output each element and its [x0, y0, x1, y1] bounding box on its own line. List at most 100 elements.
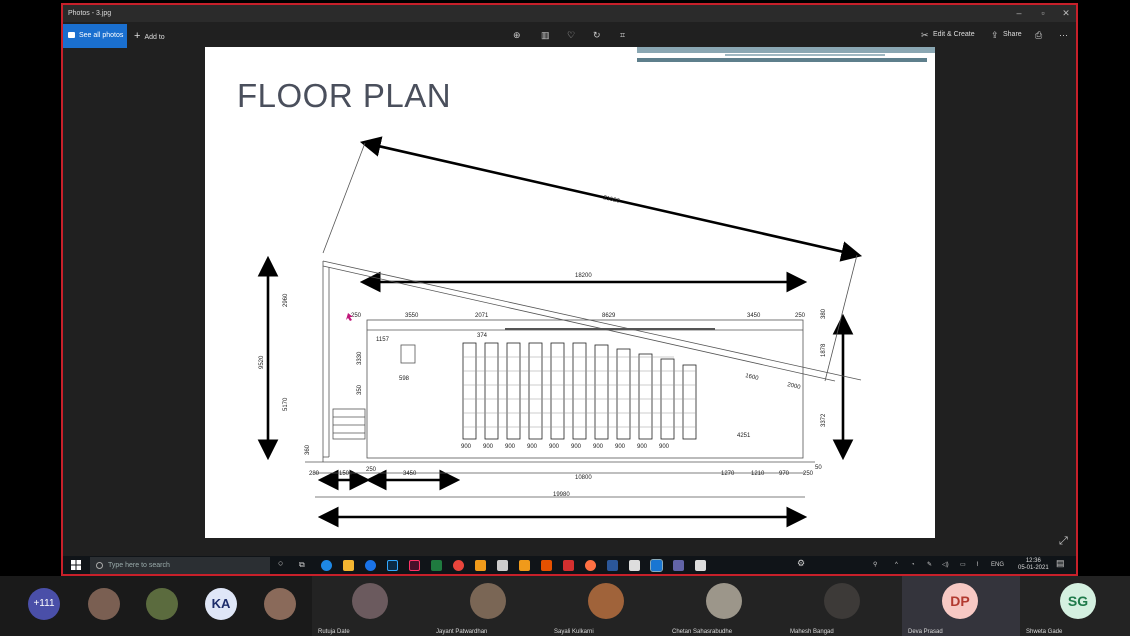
avatar-initials: KA: [205, 588, 237, 620]
crop-icon[interactable]: ⌗: [620, 30, 625, 40]
language-indicator[interactable]: ENG: [991, 561, 1004, 570]
app-icon[interactable]: [629, 560, 640, 571]
dim-small-b: 374: [477, 333, 488, 339]
photos-titlebar: Photos - 3.jpg – ▫ ✕: [63, 5, 1076, 22]
participant-tile[interactable]: Mahesh Bangad: [784, 576, 902, 636]
dim-row1-b: 3550: [405, 313, 419, 319]
volume-icon[interactable]: ◁): [942, 561, 949, 570]
participant-name: Chetan Sahasrabudhe: [672, 629, 733, 635]
acrobat-icon[interactable]: [563, 560, 574, 571]
avatar-initials: SG: [1060, 583, 1096, 619]
avatar: [706, 583, 742, 619]
avatar: [824, 583, 860, 619]
aisle-label: 900: [483, 444, 494, 450]
settings-icon[interactable]: ⚙: [797, 559, 805, 568]
app-icon[interactable]: [519, 560, 530, 571]
maximize-button[interactable]: ▫: [1033, 5, 1053, 22]
pen-icon[interactable]: ✎: [927, 561, 932, 570]
avatar: [88, 588, 120, 620]
app-icon[interactable]: [695, 560, 706, 571]
edit-create-button[interactable]: Edit & Create: [933, 30, 975, 40]
chevron-up-icon[interactable]: ^: [895, 561, 898, 570]
participant-name: Rutuja Date: [318, 629, 350, 635]
expand-icon[interactable]: ⤢: [1059, 535, 1068, 548]
favorite-icon[interactable]: ♡: [567, 30, 575, 40]
more-icon[interactable]: ⋯: [1059, 30, 1068, 40]
dim-row1-c: 2071: [475, 313, 489, 319]
cortana-icon[interactable]: ○: [278, 559, 283, 568]
participant-tile[interactable]: Chetan Sahasrabudhe: [666, 576, 784, 636]
dim-row1-a: 250: [351, 313, 362, 319]
photoshop-icon[interactable]: [387, 560, 398, 571]
dim-left-low: 360: [305, 444, 311, 455]
participant-name: Deva Prasad: [908, 629, 943, 635]
photos-app-icon[interactable]: [650, 559, 663, 572]
dim-left-top: 2960: [283, 293, 289, 307]
word-icon[interactable]: [607, 560, 618, 571]
more-participants-badge[interactable]: +111: [28, 588, 60, 620]
participant-name: Mahesh Bangad: [790, 629, 834, 635]
avatar: [470, 583, 506, 619]
zoom-app-icon[interactable]: [365, 560, 376, 571]
avatar: [352, 583, 388, 619]
participant-tile[interactable]: DP Deva Prasad: [902, 576, 1020, 636]
file-explorer-icon[interactable]: [343, 560, 354, 571]
participant-tile[interactable]: Rutuja Date: [312, 576, 430, 636]
delete-icon[interactable]: ▥: [541, 30, 550, 40]
aisle-label: 900: [659, 444, 670, 450]
clock-date: 05-01-2021: [1018, 565, 1049, 571]
wifi-icon[interactable]: ⌇: [976, 561, 979, 570]
dim-left-mid: 5170: [283, 397, 289, 411]
dim-bottom-c: 250: [366, 467, 377, 473]
dim-bottom-mid: 10800: [575, 475, 592, 481]
search-icon: [96, 562, 103, 569]
people-icon[interactable]: ⚲: [873, 561, 877, 570]
clock-time: 12:36: [1025, 558, 1041, 564]
zoom-in-icon[interactable]: ⊕: [513, 30, 521, 40]
rotate-icon[interactable]: ↻: [593, 30, 601, 40]
shared-screen: Photos - 3.jpg – ▫ ✕ See all photos + Add…: [61, 3, 1078, 576]
network-icon[interactable]: ◔: [911, 561, 915, 570]
close-button[interactable]: ✕: [1056, 5, 1076, 22]
firefox-icon[interactable]: [585, 560, 596, 571]
app-icon[interactable]: [475, 560, 486, 571]
chrome-icon[interactable]: [453, 560, 464, 571]
participants-strip: +111 KA Rutuja Date Jayant Patwardhan Sa…: [0, 576, 1130, 636]
app-icon[interactable]: [497, 560, 508, 571]
taskbar-clock[interactable]: 12:36 05-01-2021: [1018, 558, 1049, 572]
aisle-label: 900: [527, 444, 538, 450]
see-all-photos-button[interactable]: See all photos: [63, 24, 127, 48]
screen: Photos - 3.jpg – ▫ ✕ See all photos + Add…: [0, 0, 1130, 636]
aisle-label: 900: [615, 444, 626, 450]
dim-row1-d: 8629: [602, 313, 616, 319]
participant-name: Sayali Kulkarni: [554, 629, 594, 635]
dim-top: 18200: [575, 273, 592, 279]
aisle-label: 900: [571, 444, 582, 450]
notifications-icon[interactable]: ▤: [1056, 559, 1065, 568]
battery-icon[interactable]: ▭: [960, 561, 966, 570]
share-button[interactable]: Share: [1003, 30, 1022, 40]
windows-start-icon[interactable]: [71, 560, 81, 570]
window-title: Photos - 3.jpg: [68, 10, 112, 17]
teams-icon[interactable]: [673, 560, 684, 571]
print-icon[interactable]: ⎙: [1035, 30, 1042, 40]
see-all-photos-label: See all photos: [79, 32, 124, 39]
dim-left-total: 9520: [259, 355, 265, 369]
dim-right-small: 380: [821, 308, 827, 319]
excel-icon[interactable]: [431, 560, 442, 571]
floor-plan-drawing: 21520 18200 19980 10800 9520 2960 5170 3…: [257, 136, 863, 528]
dimension-labels: 21520 18200 19980 10800 9520 2960 5170 3…: [259, 195, 827, 498]
minimize-button[interactable]: –: [1009, 5, 1029, 22]
participant-tile[interactable]: Sayali Kulkarni: [548, 576, 666, 636]
participant-tile[interactable]: SG Shweta Gade: [1020, 576, 1130, 636]
avatar: [146, 588, 178, 620]
task-view-icon[interactable]: ⧉: [299, 560, 305, 569]
dim-bottom-a: 280: [309, 471, 320, 477]
participant-tile[interactable]: Jayant Patwardhan: [430, 576, 548, 636]
edge-icon[interactable]: [321, 560, 332, 571]
add-to-button[interactable]: + Add to: [134, 24, 165, 50]
vlc-icon[interactable]: [541, 560, 552, 571]
taskbar-search-input[interactable]: Type here to search: [90, 557, 270, 574]
dim-diagonal: 21520: [603, 195, 621, 205]
indesign-icon[interactable]: [409, 560, 420, 571]
